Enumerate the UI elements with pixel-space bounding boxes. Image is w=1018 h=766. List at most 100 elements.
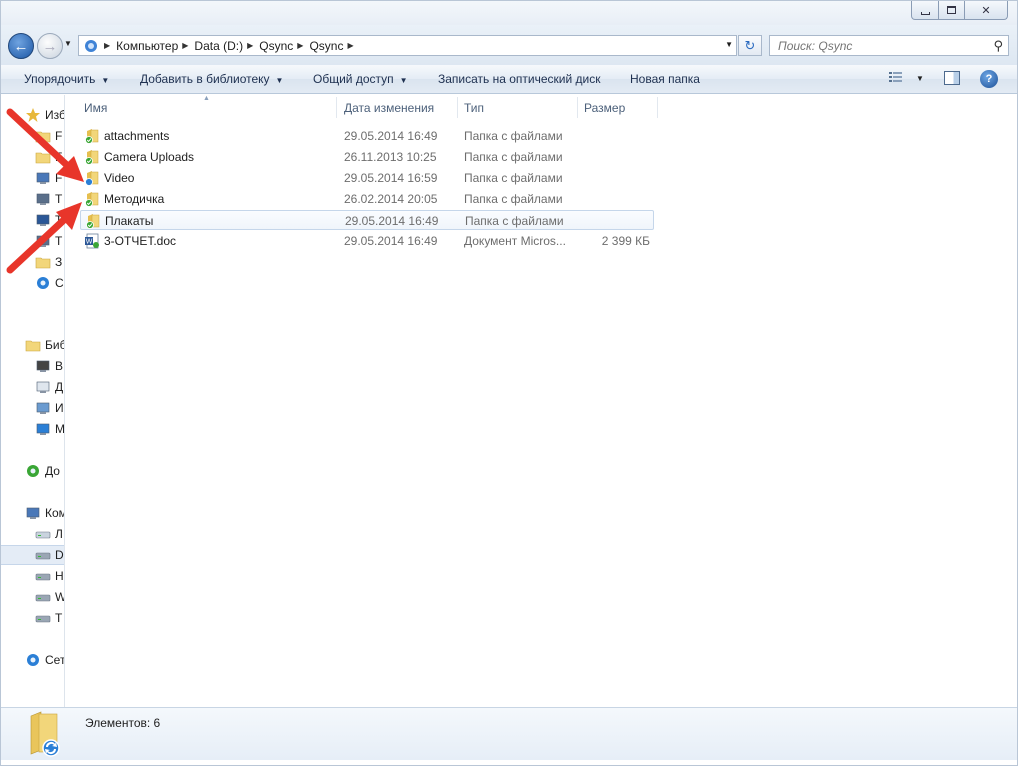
- nav-item[interactable]: T: [1, 231, 64, 251]
- chevron-down-icon: ▼: [101, 76, 110, 85]
- minimize-icon: [920, 11, 930, 15]
- minimize-button[interactable]: [911, 1, 939, 20]
- computer-icon: [35, 170, 51, 186]
- network-drive-icon: [35, 191, 51, 207]
- burn-button[interactable]: Записать на оптический диск: [438, 72, 601, 86]
- change-view-button[interactable]: [889, 71, 903, 86]
- breadcrumb-computer[interactable]: Компьютер: [116, 39, 178, 53]
- nav-item[interactable]: C: [1, 273, 64, 293]
- nav-item-label: T: [55, 213, 63, 227]
- help-button[interactable]: ?: [980, 70, 998, 88]
- nav-item[interactable]: В: [1, 356, 64, 376]
- breadcrumb-qsync[interactable]: Qsync: [259, 39, 293, 53]
- file-row[interactable]: attachments 29.05.2014 16:49 Папка с файла…: [80, 126, 654, 146]
- synced-folder-icon: [85, 213, 101, 229]
- synced-folder-icon: [84, 128, 100, 144]
- file-date-modified: 26.11.2013 10:25: [344, 150, 437, 164]
- view-dropdown[interactable]: ▼: [916, 74, 924, 83]
- file-row[interactable]: Методичка 26.02.2014 20:05 Папка с файлами: [80, 189, 654, 209]
- help-icon: ?: [985, 73, 993, 85]
- nav-item[interactable]: F: [1, 147, 64, 167]
- breadcrumb-separator-icon[interactable]: ▶: [247, 41, 253, 50]
- search-input[interactable]: [778, 38, 978, 53]
- command-bar: Упорядочить ▼ Добавить в библиотеку ▼ Общи…: [1, 65, 1017, 94]
- file-row[interactable]: Плакаты 29.05.2014 16:49 Папка с файлами: [80, 210, 654, 230]
- breadcrumb-separator-icon[interactable]: ▶: [104, 41, 110, 50]
- breadcrumb-separator-icon[interactable]: ▶: [347, 41, 353, 50]
- nav-item[interactable]: F: [1, 126, 64, 146]
- share-menu-button[interactable]: Общий доступ ▼: [313, 72, 408, 86]
- nav-item[interactable]: T: [1, 210, 64, 230]
- drive-icon: [35, 568, 51, 584]
- folder-icon: [35, 128, 51, 144]
- column-divider[interactable]: [657, 97, 658, 118]
- nav-item[interactable]: М: [1, 419, 64, 439]
- burn-label: Записать на оптический диск: [438, 72, 601, 86]
- column-header-date[interactable]: Дата изменения: [344, 101, 434, 115]
- nav-item[interactable]: F: [1, 168, 64, 188]
- nav-item[interactable]: З: [1, 252, 64, 272]
- items-count: Элементов: 6: [85, 716, 161, 730]
- syncing-folder-icon: [84, 170, 100, 186]
- navigation-pane[interactable]: ИзбFFFTTTЗCБибВДИМДоКомЛDHWTСет: [1, 95, 65, 707]
- file-date-modified: 26.02.2014 20:05: [344, 192, 438, 206]
- breadcrumb-separator-icon[interactable]: ▶: [297, 41, 303, 50]
- computer-icon: [25, 505, 41, 521]
- file-type: Документ Micros...: [464, 234, 566, 248]
- organize-label: Упорядочить: [24, 72, 96, 86]
- nav-item-label: В: [55, 359, 64, 373]
- file-row[interactable]: Video 29.05.2014 16:59 Папка с файлами: [80, 168, 654, 188]
- nav-item[interactable]: До: [1, 461, 64, 481]
- file-row[interactable]: Camera Uploads 26.11.2013 10:25 Папка с фа…: [80, 147, 654, 167]
- nav-item[interactable]: Ком: [1, 503, 64, 523]
- nav-item-label: H: [55, 569, 64, 583]
- nav-item[interactable]: Сет: [1, 650, 64, 670]
- nav-item[interactable]: И: [1, 398, 64, 418]
- explorer-window: ✕ ← → ▼ ▶ Компьютер ▶ Data (D:) ▶ Qsync …: [0, 0, 1018, 766]
- preview-pane-button[interactable]: [944, 71, 960, 85]
- chevron-down-icon: ▼: [399, 76, 408, 85]
- nav-item[interactable]: H: [1, 566, 64, 586]
- nav-item[interactable]: T: [1, 189, 64, 209]
- nav-item[interactable]: T: [1, 608, 64, 628]
- breadcrumb-qsync-current[interactable]: Qsync: [309, 39, 343, 53]
- column-divider[interactable]: [577, 97, 578, 118]
- file-date-modified: 29.05.2014 16:49: [344, 234, 438, 248]
- file-row[interactable]: W 3-ОТЧЕТ.doc 29.05.2014 16:49 Документ Mic…: [80, 231, 654, 251]
- refresh-button[interactable]: ↻: [738, 35, 762, 56]
- libraries-icon: [25, 337, 41, 353]
- recent-pages-dropdown[interactable]: ▼: [64, 39, 72, 48]
- nav-item-label: T: [55, 192, 63, 206]
- address-bar[interactable]: ▶ Компьютер ▶ Data (D:) ▶ Qsync ▶ Qsync …: [78, 35, 737, 56]
- back-button[interactable]: ←: [8, 33, 34, 59]
- nav-item[interactable]: Л: [1, 524, 64, 544]
- nav-item-label: Д: [55, 380, 64, 394]
- close-button[interactable]: ✕: [964, 1, 1008, 20]
- address-history-dropdown[interactable]: ▼: [725, 40, 733, 49]
- nav-item[interactable]: Биб: [1, 335, 64, 355]
- restore-button[interactable]: [938, 1, 965, 20]
- chevron-down-icon: ▼: [275, 76, 284, 85]
- column-header-size[interactable]: Размер: [584, 101, 625, 115]
- new-folder-button[interactable]: Новая папка: [630, 72, 700, 86]
- organize-menu-button[interactable]: Упорядочить ▼: [24, 72, 109, 86]
- nav-item[interactable]: Изб: [1, 105, 64, 125]
- favorites-star-icon: [25, 107, 41, 123]
- drive-icon: [35, 589, 51, 605]
- file-size: 2 399 КБ: [601, 234, 650, 248]
- nav-item[interactable]: Д: [1, 377, 64, 397]
- nav-item[interactable]: D: [1, 545, 64, 565]
- column-header-name[interactable]: Имя: [84, 101, 107, 115]
- breadcrumb-separator-icon[interactable]: ▶: [182, 41, 188, 50]
- search-icon[interactable]: ⚲: [993, 38, 1003, 54]
- nav-item-label: Л: [55, 527, 63, 541]
- nav-item[interactable]: W: [1, 587, 64, 607]
- file-type: Папка с файлами: [464, 171, 563, 185]
- add-to-library-button[interactable]: Добавить в библиотеку ▼: [140, 72, 283, 86]
- column-header-type[interactable]: Тип: [464, 101, 484, 115]
- column-divider[interactable]: [336, 97, 337, 118]
- breadcrumb-drive[interactable]: Data (D:): [194, 39, 243, 53]
- column-divider[interactable]: [457, 97, 458, 118]
- documents-library-icon: [35, 379, 51, 395]
- forward-button[interactable]: →: [37, 33, 63, 59]
